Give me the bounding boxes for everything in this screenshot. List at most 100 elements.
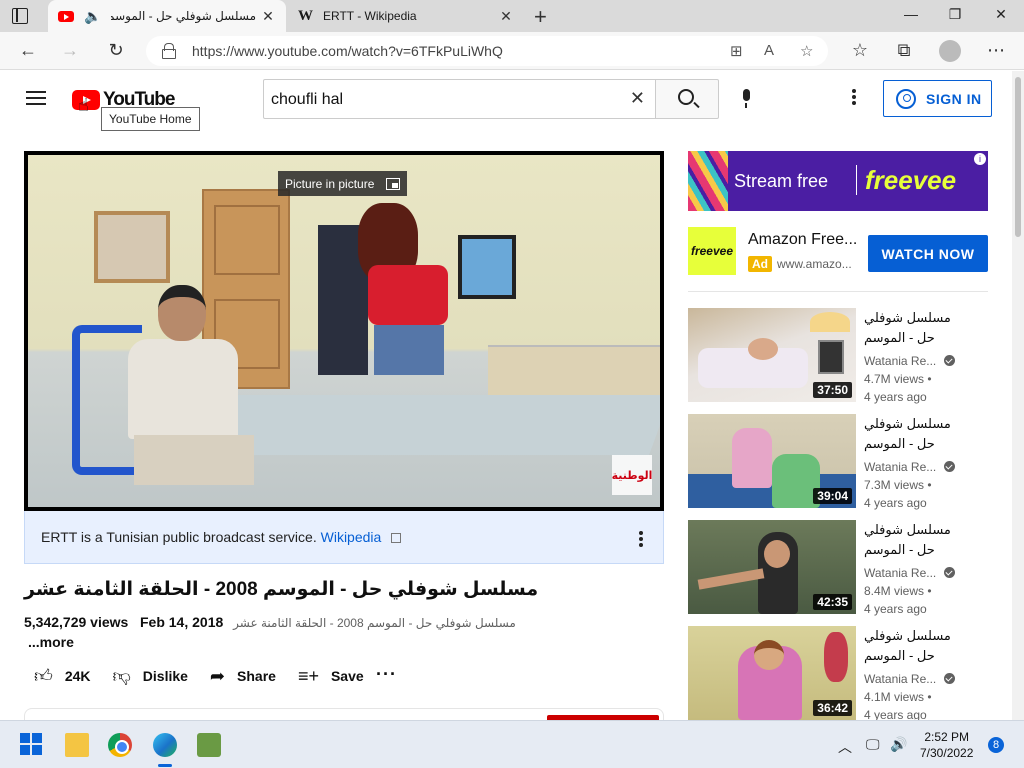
save-label: Save [330,668,364,684]
more-options-icon[interactable] [852,89,858,107]
maximize-button[interactable]: ❐ [940,6,970,23]
upload-date: Feb 14, 2018 [139,614,224,630]
lock-icon[interactable] [162,43,176,59]
like-count: 24K [64,668,91,684]
related-video[interactable]: 39:04 مسلسل شوفلي حل - الموسم 2008 -... … [688,414,998,520]
new-tab-button[interactable]: + [534,4,547,30]
ad-logo[interactable]: freevee [688,227,736,275]
related-title[interactable]: مسلسل شوفلي حل - الموسم 2008 -... [864,308,964,348]
url-text[interactable]: https://www.youtube.com/watch?v=6TFkPuLi… [192,43,503,59]
page-scrollbar[interactable] [1012,71,1024,720]
youtube-header: YouTube ☝ YouTube Home choufli hal ✕ SIG… [0,71,1010,131]
sign-in-button[interactable]: SIGN IN [883,80,992,117]
actors-embracing [318,195,448,375]
info-text: ERTT is a Tunisian public broadcast serv… [41,529,402,545]
windows-start-icon[interactable] [20,733,44,757]
divider [688,291,988,292]
related-video[interactable]: 37:50 مسلسل شوفلي حل - الموسم 2008 -... … [688,308,998,414]
watch-now-button[interactable]: WATCH NOW [868,235,988,272]
hamburger-menu-icon[interactable] [26,91,46,105]
related-video[interactable]: 36:42 مسلسل شوفلي حل - الموسم 2008 -... … [688,626,998,732]
related-views: 4.7M views • [864,372,932,386]
video-thumbnail[interactable]: 36:42 [688,626,856,720]
speaker-icon[interactable]: 🔈 [84,8,101,25]
share-label: Share [237,668,276,684]
video-thumbnail[interactable]: 37:50 [688,308,856,402]
related-channel[interactable]: Watania Re... [864,566,956,580]
video-meta[interactable]: 5,342,729 views Feb 14, 2018 مسلسل شوفلي… [24,614,516,630]
edge-icon[interactable] [153,733,177,757]
scrollbar-thumb[interactable] [1015,77,1021,237]
search-input[interactable]: choufli hal ✕ [263,79,656,119]
collections-icon[interactable]: ⧉ [892,40,916,61]
ad-info-icon[interactable]: i [974,153,986,165]
ad-title[interactable]: Amazon Free... [748,231,857,249]
channel-name: Watania Re... [864,566,937,580]
show-hidden-icons-chevron-icon[interactable]: ︿ [838,737,852,757]
clock[interactable]: 2:52 PM 7/30/2022 [920,729,973,761]
network-icon[interactable]: 🖵 [866,736,880,753]
app-icon[interactable] [197,733,221,757]
like-button[interactable]: 👍︎ 24K [34,665,91,687]
info-more-icon[interactable] [639,531,645,549]
save-button[interactable]: ≡+ Save [298,666,364,687]
close-tab-icon[interactable]: ✕ [256,8,280,25]
settings-more-icon[interactable]: ⋯ [984,40,1008,61]
volume-icon[interactable]: 🔊 [890,736,907,753]
address-bar[interactable]: https://www.youtube.com/watch?v=6TFkPuLi… [146,36,828,66]
dislike-button[interactable]: 👎︎ Dislike [113,665,188,687]
search-icon [678,89,694,105]
seated-actor [118,285,254,505]
related-views: 4.1M views • [864,690,932,704]
minimize-button[interactable]: — [896,6,926,22]
forward-arrow-icon[interactable]: → [58,40,82,61]
related-title[interactable]: مسلسل شوفلي حل - الموسم 2006 -... [864,520,964,560]
search-button[interactable] [655,79,719,119]
related-channel[interactable]: Watania Re... [864,460,956,474]
related-video[interactable]: 42:35 مسلسل شوفلي حل - الموسم 2006 -... … [688,520,998,626]
more-actions-icon[interactable]: ··· [376,664,397,685]
add-favorite-icon[interactable]: ☆ [800,42,813,60]
video-player[interactable]: الوطنية [24,151,664,511]
close-window-button[interactable]: ✕ [986,6,1016,23]
verified-icon [944,673,956,684]
share-button[interactable]: ➦ Share [210,666,276,687]
related-channel[interactable]: Watania Re... [864,354,956,368]
picture-in-picture-icon[interactable] [386,177,401,190]
chrome-icon[interactable] [108,733,132,757]
thumbs-up-icon: 👍︎ [34,666,53,686]
external-link-icon [391,533,402,543]
refresh-icon[interactable]: ↻ [104,40,128,61]
tab-actions-menu-icon[interactable] [12,8,28,24]
ad-banner[interactable]: Stream free freevee i [688,151,988,211]
profile-avatar[interactable] [939,40,961,62]
video-actions: 👍︎ 24K 👎︎ Dislike ➦ Share ≡+ Save [24,662,386,690]
video-thumbnail[interactable]: 42:35 [688,520,856,614]
view-count: 5,342,729 views [24,614,129,630]
ad-badge: Ad [748,256,772,272]
back-arrow-icon[interactable]: ← [16,40,40,61]
notification-badge[interactable]: 8 [988,737,1004,753]
tab-youtube[interactable]: 🔈 مسلسل شوفلي حل - الموسم ✕ [48,0,286,32]
microphone-icon[interactable] [740,89,752,109]
close-tab-icon[interactable]: ✕ [494,8,518,25]
related-title[interactable]: مسلسل شوفلي حل - الموسم 2008 -... [864,414,964,454]
clear-search-icon[interactable]: ✕ [630,88,645,109]
file-explorer-icon[interactable] [65,733,89,757]
tab-wikipedia[interactable]: W ERTT - Wikipedia ✕ [290,0,524,32]
search-query[interactable]: choufli hal [271,91,343,109]
related-title[interactable]: مسلسل شوفلي حل - الموسم 2008 -... [864,626,964,666]
duration-badge: 42:35 [813,594,852,610]
verified-icon [944,567,956,578]
related-channel[interactable]: Watania Re... [864,672,956,686]
channel-name: Watania Re... [864,460,937,474]
more-link[interactable]: ...more [28,634,74,650]
verified-icon [944,355,956,366]
youtube-favicon-icon [58,10,74,22]
favorites-icon[interactable]: ☆ [848,40,872,61]
wikipedia-link[interactable]: Wikipedia [321,529,382,545]
pip-tooltip: Picture in picture [278,171,408,196]
video-thumbnail[interactable]: 39:04 [688,414,856,508]
read-aloud-icon[interactable]: A [764,42,774,59]
app-available-icon[interactable]: ⊞ [730,42,743,60]
